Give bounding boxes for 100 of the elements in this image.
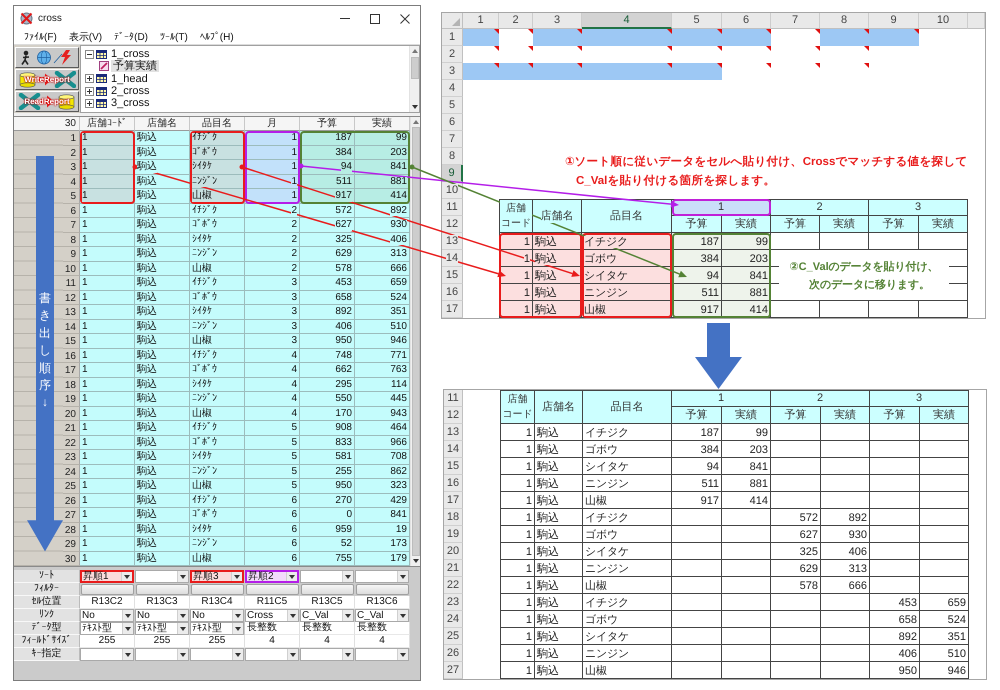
row-header[interactable]: 6	[442, 114, 463, 131]
row-header[interactable]: 14	[444, 441, 463, 458]
dropdown[interactable]: ﾃｷｽﾄ型	[190, 622, 244, 635]
row-header[interactable]: 20	[444, 543, 463, 560]
row-header[interactable]: 1	[63, 131, 80, 146]
row-header[interactable]: 15	[442, 267, 463, 284]
filter-button[interactable]	[356, 584, 409, 595]
dropdown[interactable]: 昇順2	[245, 570, 299, 583]
row-header[interactable]: 14	[63, 320, 80, 334]
scroll-thumb[interactable]	[412, 127, 420, 556]
row-header[interactable]: 2	[63, 146, 80, 160]
dropdown[interactable]	[355, 570, 409, 583]
tree-item[interactable]: 2_cross	[109, 85, 152, 98]
row-header[interactable]: 6	[63, 204, 80, 218]
row-header[interactable]: 20	[63, 406, 80, 421]
plus-box-icon[interactable]	[85, 86, 94, 96]
tree-item[interactable]: 1_cross	[109, 48, 152, 60]
row-header[interactable]: 13	[444, 424, 463, 441]
row-header[interactable]: 17	[442, 301, 463, 318]
column-header[interactable]: 6	[722, 13, 771, 29]
filter-button[interactable]	[246, 584, 299, 595]
filter-button[interactable]	[81, 584, 134, 595]
row-header[interactable]: 28	[63, 522, 80, 537]
column-header[interactable]: 月	[245, 117, 300, 131]
row-header[interactable]: 9	[63, 247, 80, 262]
filter-button[interactable]	[191, 584, 244, 595]
column-header[interactable]: 店舗ｺｰﾄﾞ	[80, 117, 135, 131]
row-header[interactable]: 3	[442, 63, 463, 80]
row-header[interactable]: 15	[444, 458, 463, 475]
tree-item[interactable]: 予算実績	[111, 60, 159, 72]
row-header[interactable]: 25	[63, 479, 80, 494]
row-header[interactable]: 14	[442, 250, 463, 267]
row-header[interactable]: 8	[63, 232, 80, 247]
row-header[interactable]: 15	[63, 334, 80, 348]
row-header[interactable]: 26	[444, 645, 463, 662]
column-header[interactable]: 3	[533, 13, 582, 29]
dropdown[interactable]	[135, 648, 189, 661]
dropdown[interactable]: 昇順1	[80, 570, 134, 583]
row-header[interactable]: 18	[444, 509, 463, 526]
row-header[interactable]: 10	[63, 262, 80, 276]
column-header[interactable]: 4	[582, 13, 672, 29]
column-header[interactable]: 店舗名	[135, 117, 190, 131]
minus-box-icon[interactable]	[85, 50, 94, 59]
row-header[interactable]: 8	[442, 148, 463, 165]
column-header[interactable]: 2	[499, 13, 533, 29]
dropdown[interactable]: ﾃｷｽﾄ型	[135, 622, 189, 635]
scroll-thumb[interactable]	[410, 57, 418, 79]
scrollbar[interactable]	[409, 46, 419, 112]
row-header[interactable]: 29	[63, 537, 80, 552]
dropdown[interactable]: C_Val	[355, 609, 409, 622]
column-header[interactable]: 5	[672, 13, 722, 29]
row-header[interactable]: 23	[444, 594, 463, 611]
dropdown[interactable]: Cross	[245, 609, 299, 622]
row-header[interactable]: 26	[63, 494, 80, 508]
row-header[interactable]: 12	[444, 407, 463, 424]
row-header[interactable]: 23	[63, 450, 80, 464]
column-header[interactable]: 8	[820, 13, 869, 29]
column-header[interactable]	[968, 13, 985, 29]
row-header[interactable]: 19	[444, 526, 463, 543]
dropdown[interactable]: ﾃｷｽﾄ型	[80, 622, 134, 635]
dropdown[interactable]: No	[80, 609, 134, 622]
dropdown[interactable]	[245, 648, 299, 661]
column-header[interactable]: 10	[919, 13, 968, 29]
row-header[interactable]: 7	[63, 218, 80, 232]
column-header[interactable]: 品目名	[190, 117, 245, 131]
row-header[interactable]: 11	[444, 390, 463, 407]
row-header[interactable]: 22	[444, 577, 463, 594]
row-header[interactable]: 5	[63, 189, 80, 204]
row-header[interactable]: 2	[442, 46, 463, 63]
row-header[interactable]: 13	[442, 233, 463, 250]
dropdown[interactable]	[300, 648, 354, 661]
row-header[interactable]: 9	[442, 165, 463, 182]
toolbar-button[interactable]	[15, 47, 79, 68]
row-header[interactable]: 21	[444, 560, 463, 577]
row-header[interactable]: 7	[442, 131, 463, 148]
row-header[interactable]: 18	[63, 378, 80, 392]
row-header[interactable]: 5	[442, 97, 463, 114]
row-header[interactable]: 17	[444, 492, 463, 509]
plus-box-icon[interactable]	[85, 74, 94, 84]
plus-box-icon[interactable]	[85, 98, 94, 108]
row-header[interactable]: 25	[444, 628, 463, 645]
row-header[interactable]: 1	[442, 29, 463, 46]
menu-item[interactable]: ﾃﾞｰﾀ(D)	[114, 32, 148, 44]
row-header[interactable]: 12	[442, 216, 463, 233]
dropdown[interactable]	[190, 648, 244, 661]
row-header[interactable]: 17	[63, 363, 80, 378]
select-all-icon[interactable]	[452, 18, 460, 26]
dropdown[interactable]	[355, 648, 409, 661]
row-header[interactable]: 27	[63, 508, 80, 522]
dropdown[interactable]: No	[135, 609, 189, 622]
column-header[interactable]: 実績	[355, 117, 410, 131]
tree-item[interactable]: 3_cross	[109, 97, 152, 110]
row-header[interactable]: 24	[444, 611, 463, 628]
dropdown[interactable]: No	[190, 609, 244, 622]
dropdown[interactable]	[80, 648, 134, 661]
column-header[interactable]: 7	[771, 13, 820, 29]
column-header[interactable]: 9	[869, 13, 919, 29]
row-header[interactable]: 12	[63, 290, 80, 305]
row-header[interactable]: 22	[63, 436, 80, 450]
menu-item[interactable]: ﾂｰﾙ(T)	[160, 32, 188, 44]
